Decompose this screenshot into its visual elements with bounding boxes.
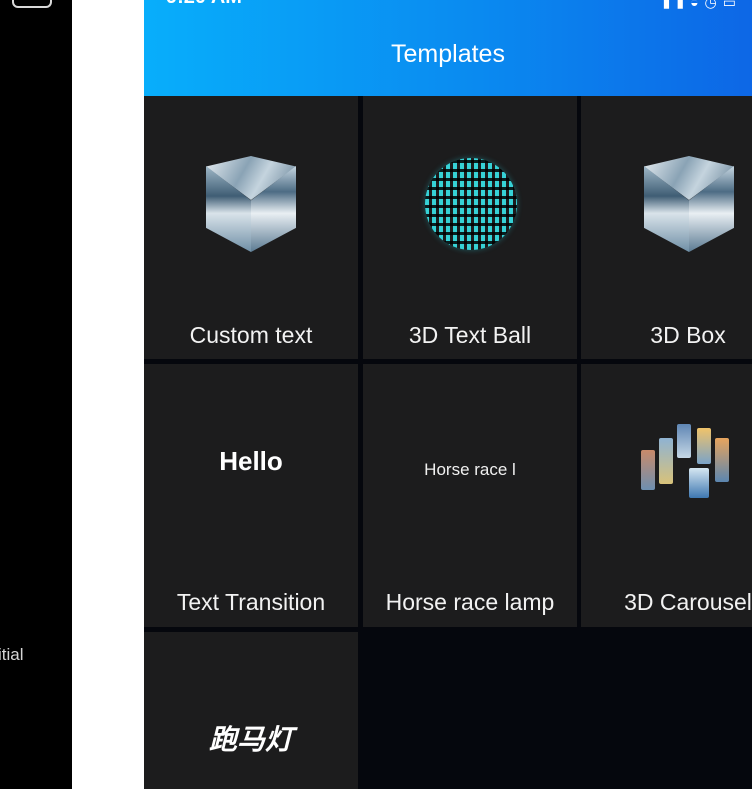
signal-icon: ▮▮: [662, 0, 691, 10]
template-custom-text[interactable]: Custom text: [144, 96, 358, 359]
template-label: Text Transition: [176, 589, 326, 615]
template-label: 3D Box: [650, 322, 726, 348]
template-label: 3D Text Ball: [408, 322, 532, 348]
template-label: Horse race lamp: [385, 589, 555, 615]
app-bar: 9:20 AM ▮▮◒◷▭ Templates: [144, 0, 752, 96]
carousel-icon: [639, 424, 739, 504]
sphere-icon: [425, 158, 517, 250]
status-icons: ▮▮◒◷▭: [663, 0, 742, 11]
phone-screen: 9:20 AM ▮▮◒◷▭ Templates Custom text 3D T…: [144, 0, 752, 789]
preview-text: Hello: [219, 446, 283, 476]
divider-gap: [72, 0, 144, 789]
left-panel: itial: [0, 0, 72, 789]
template-chinese-lamp[interactable]: 跑马灯: [144, 632, 358, 789]
sidebar-partial-text: itial: [0, 645, 24, 664]
wifi-icon: ◒: [690, 0, 705, 10]
templates-grid: Custom text 3D Text Ball 3D Box Hello Te…: [144, 96, 752, 789]
template-text-transition[interactable]: Hello Text Transition: [144, 364, 358, 627]
cube-icon: [206, 156, 296, 252]
page-title: Templates: [391, 40, 505, 68]
battery-icon: ▭: [722, 0, 742, 10]
template-3d-carousel[interactable]: 3D Carousel: [581, 364, 752, 627]
cube-icon: [644, 156, 734, 252]
template-3d-text-ball[interactable]: 3D Text Ball: [363, 96, 577, 359]
template-label: Custom text: [189, 322, 313, 348]
alarm-icon: ◷: [704, 0, 723, 10]
preview-text: Horse race l: [424, 460, 516, 479]
status-time: 9:20 AM: [166, 0, 242, 9]
template-label: 3D Carousel: [624, 589, 752, 615]
preview-text: 跑马灯: [208, 724, 293, 755]
template-horse-race-lamp[interactable]: Horse race l Horse race lamp: [363, 364, 577, 627]
template-3d-box[interactable]: 3D Box: [581, 96, 752, 359]
tv-icon[interactable]: [12, 0, 52, 8]
